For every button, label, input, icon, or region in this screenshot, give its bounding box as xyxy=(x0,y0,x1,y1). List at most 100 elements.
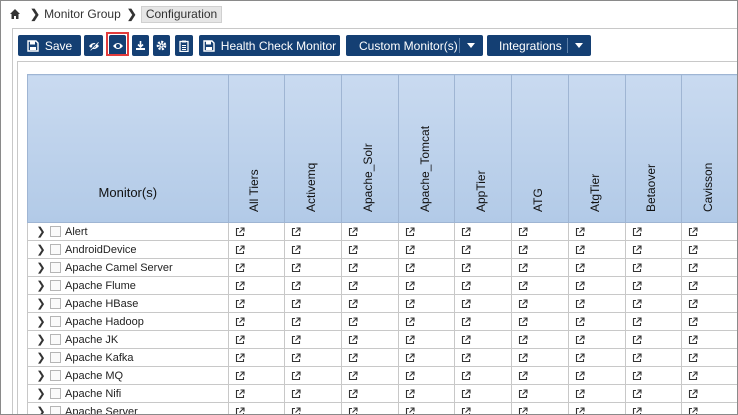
table-row[interactable]: ❯ Apache Server xyxy=(27,402,737,414)
open-config-cell[interactable] xyxy=(284,312,342,331)
view-button[interactable] xyxy=(109,35,126,56)
open-config-cell[interactable] xyxy=(681,312,737,331)
open-config-cell[interactable] xyxy=(227,240,286,259)
open-config-cell[interactable] xyxy=(624,348,683,367)
clipboard-button[interactable] xyxy=(175,35,193,56)
open-config-cell[interactable] xyxy=(567,312,626,331)
external-link-icon[interactable] xyxy=(455,298,511,309)
external-link-icon[interactable] xyxy=(342,370,398,381)
external-link-icon[interactable] xyxy=(512,244,568,255)
external-link-icon[interactable] xyxy=(342,352,398,363)
custom-monitors-dropdown[interactable]: Custom Monitor(s) xyxy=(346,35,483,56)
external-link-icon[interactable] xyxy=(229,226,285,237)
open-config-cell[interactable] xyxy=(681,384,737,403)
tier-column-header[interactable]: All Tiers xyxy=(227,74,286,223)
external-link-icon[interactable] xyxy=(399,244,455,255)
table-row[interactable]: ❯ AndroidDevice xyxy=(27,240,737,259)
open-config-cell[interactable] xyxy=(511,402,569,414)
external-link-icon[interactable] xyxy=(569,262,625,273)
open-config-cell[interactable] xyxy=(567,348,626,367)
open-config-cell[interactable] xyxy=(511,240,569,259)
external-link-icon[interactable] xyxy=(285,316,341,327)
external-link-icon[interactable] xyxy=(682,244,737,255)
open-config-cell[interactable] xyxy=(341,294,399,313)
chevron-right-icon[interactable]: ❯ xyxy=(34,243,48,256)
open-config-cell[interactable] xyxy=(454,348,513,367)
external-link-icon[interactable] xyxy=(455,406,511,414)
open-config-cell[interactable] xyxy=(567,222,626,241)
open-config-cell[interactable] xyxy=(227,312,286,331)
external-link-icon[interactable] xyxy=(229,316,285,327)
external-link-icon[interactable] xyxy=(285,388,341,399)
open-config-cell[interactable] xyxy=(227,258,286,277)
open-config-cell[interactable] xyxy=(454,240,513,259)
breadcrumb-monitor-group[interactable]: Monitor Group xyxy=(44,7,121,21)
table-row[interactable]: ❯ Apache Kafka xyxy=(27,348,737,367)
chevron-right-icon[interactable]: ❯ xyxy=(34,297,48,310)
row-checkbox[interactable] xyxy=(50,334,61,345)
tier-column-header[interactable]: ATG xyxy=(511,74,569,223)
open-config-cell[interactable] xyxy=(341,222,399,241)
row-checkbox[interactable] xyxy=(50,316,61,327)
external-link-icon[interactable] xyxy=(399,334,455,345)
open-config-cell[interactable] xyxy=(567,258,626,277)
external-link-icon[interactable] xyxy=(229,262,285,273)
external-link-icon[interactable] xyxy=(229,334,285,345)
row-checkbox[interactable] xyxy=(50,388,61,399)
external-link-icon[interactable] xyxy=(512,262,568,273)
external-link-icon[interactable] xyxy=(229,298,285,309)
table-row[interactable]: ❯ Apache Flume xyxy=(27,276,737,295)
external-link-icon[interactable] xyxy=(399,280,455,291)
external-link-icon[interactable] xyxy=(399,352,455,363)
open-config-cell[interactable] xyxy=(567,384,626,403)
external-link-icon[interactable] xyxy=(512,406,568,414)
external-link-icon[interactable] xyxy=(285,262,341,273)
tier-column-header[interactable]: Betaover xyxy=(624,74,683,223)
open-config-cell[interactable] xyxy=(454,276,513,295)
open-config-cell[interactable] xyxy=(681,240,737,259)
external-link-icon[interactable] xyxy=(229,352,285,363)
open-config-cell[interactable] xyxy=(624,330,683,349)
open-config-cell[interactable] xyxy=(341,312,399,331)
open-config-cell[interactable] xyxy=(567,240,626,259)
home-icon[interactable] xyxy=(9,8,21,20)
open-config-cell[interactable] xyxy=(511,276,569,295)
external-link-icon[interactable] xyxy=(399,316,455,327)
open-config-cell[interactable] xyxy=(284,402,342,414)
row-checkbox[interactable] xyxy=(50,244,61,255)
external-link-icon[interactable] xyxy=(342,316,398,327)
external-link-icon[interactable] xyxy=(626,352,682,363)
chevron-right-icon[interactable]: ❯ xyxy=(34,225,48,238)
external-link-icon[interactable] xyxy=(569,388,625,399)
open-config-cell[interactable] xyxy=(511,330,569,349)
external-link-icon[interactable] xyxy=(342,226,398,237)
external-link-icon[interactable] xyxy=(512,316,568,327)
external-link-icon[interactable] xyxy=(682,280,737,291)
open-config-cell[interactable] xyxy=(341,348,399,367)
external-link-icon[interactable] xyxy=(569,280,625,291)
tier-column-header[interactable]: Activemq xyxy=(284,74,342,223)
open-config-cell[interactable] xyxy=(454,384,513,403)
open-config-cell[interactable] xyxy=(681,258,737,277)
integrations-dropdown[interactable]: Integrations xyxy=(487,35,591,56)
open-config-cell[interactable] xyxy=(567,276,626,295)
external-link-icon[interactable] xyxy=(569,298,625,309)
external-link-icon[interactable] xyxy=(399,298,455,309)
external-link-icon[interactable] xyxy=(626,226,682,237)
external-link-icon[interactable] xyxy=(569,352,625,363)
external-link-icon[interactable] xyxy=(342,280,398,291)
open-config-cell[interactable] xyxy=(624,402,683,414)
open-config-cell[interactable] xyxy=(227,402,286,414)
open-config-cell[interactable] xyxy=(397,222,456,241)
external-link-icon[interactable] xyxy=(569,316,625,327)
external-link-icon[interactable] xyxy=(626,406,682,414)
external-link-icon[interactable] xyxy=(569,406,625,414)
open-config-cell[interactable] xyxy=(681,276,737,295)
table-row[interactable]: ❯ Apache Hadoop xyxy=(27,312,737,331)
open-config-cell[interactable] xyxy=(624,276,683,295)
table-row[interactable]: ❯ Apache Camel Server xyxy=(27,258,737,277)
external-link-icon[interactable] xyxy=(626,316,682,327)
open-config-cell[interactable] xyxy=(227,348,286,367)
external-link-icon[interactable] xyxy=(229,406,285,414)
open-config-cell[interactable] xyxy=(624,366,683,385)
